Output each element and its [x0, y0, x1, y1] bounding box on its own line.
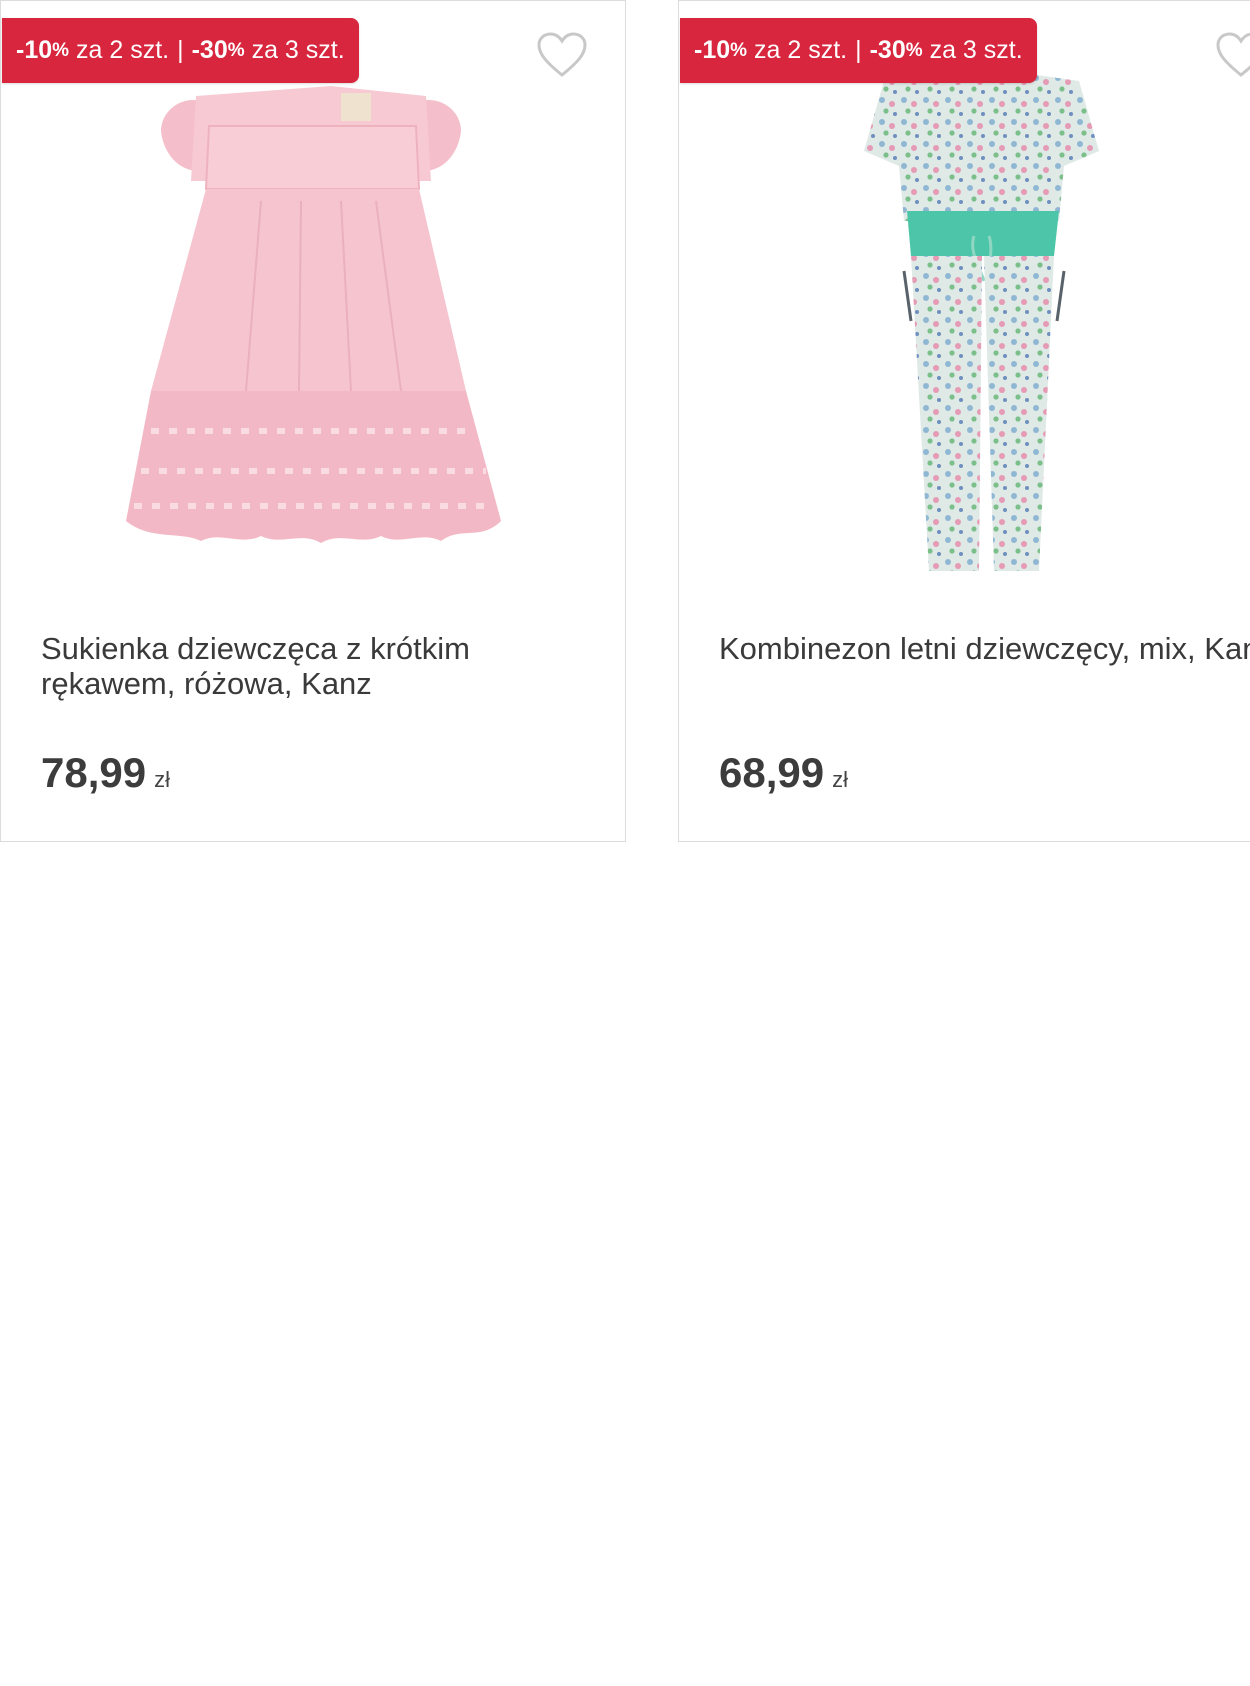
price-currency: zł — [154, 767, 170, 792]
product-title[interactable]: Sukienka dziewczęca z krótkim rękawem, r… — [41, 631, 601, 701]
promo-discount-2: -30 — [191, 36, 228, 64]
promo-discount-1: -10 — [694, 36, 731, 64]
product-title[interactable]: Kombinezon letni dziewczęcy, mix, Kanz — [719, 631, 1250, 666]
promo-badge: -10% za 2 szt. | -30% za 3 szt. — [2, 18, 359, 83]
promo-percent-1: % — [52, 39, 70, 61]
product-image-pink-dress[interactable] — [1, 51, 626, 591]
product-price: 68,99 zł — [719, 749, 848, 797]
product-card[interactable]: -10% za 2 szt. | -30% za 3 szt. Kombinezon… — [678, 0, 1250, 842]
product-image-floral-jumpsuit[interactable] — [679, 51, 1250, 591]
promo-text-2: za 3 szt. — [244, 36, 345, 64]
promo-badge: -10% za 2 szt. | -30% za 3 szt. — [680, 18, 1037, 83]
promo-discount-2: -30 — [869, 36, 906, 64]
promo-text-1: za 2 szt. — [69, 36, 170, 64]
promo-text-1: za 2 szt. — [747, 36, 848, 64]
promo-percent-1: % — [730, 39, 748, 61]
heart-icon — [1216, 32, 1250, 77]
promo-separator: | — [855, 36, 862, 64]
promo-text-2: za 3 szt. — [922, 36, 1023, 64]
add-to-favorites-button[interactable] — [1215, 31, 1250, 79]
product-card[interactable]: -10% za 2 szt. | -30% za 3 szt. Sukienka d… — [0, 0, 626, 842]
price-value: 68,99 — [719, 749, 825, 796]
product-price: 78,99 zł — [41, 749, 170, 797]
price-currency: zł — [832, 767, 848, 792]
promo-discount-1: -10 — [16, 36, 53, 64]
promo-percent-2: % — [905, 39, 923, 61]
price-value: 78,99 — [41, 749, 147, 796]
heart-icon — [537, 32, 587, 77]
add-to-favorites-button[interactable] — [536, 31, 588, 79]
promo-separator: | — [177, 36, 184, 64]
promo-percent-2: % — [227, 39, 245, 61]
